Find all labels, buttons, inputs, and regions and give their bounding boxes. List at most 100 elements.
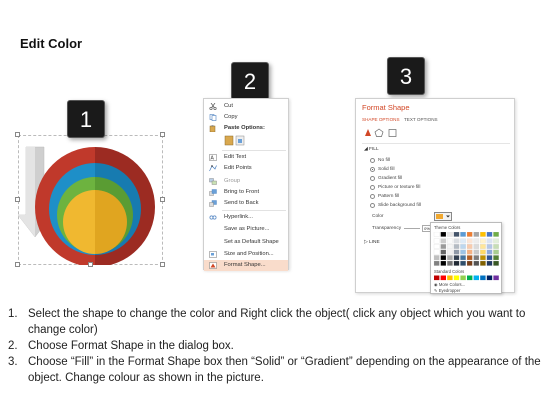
color-swatch[interactable] <box>460 249 466 255</box>
size-properties-icon[interactable] <box>388 129 397 137</box>
menu-item-cut[interactable]: Cut <box>204 101 288 112</box>
color-swatch[interactable] <box>473 255 480 261</box>
color-swatch[interactable] <box>460 255 466 261</box>
menu-item-edit-text[interactable]: A Edit Text <box>204 152 288 163</box>
effects-icon[interactable] <box>374 128 384 137</box>
color-swatch[interactable] <box>447 255 453 261</box>
color-swatch[interactable] <box>440 255 447 261</box>
resize-handle[interactable] <box>15 132 20 137</box>
color-swatch[interactable] <box>440 260 447 266</box>
menu-item-copy[interactable]: Copy <box>204 112 288 123</box>
menu-item-send-to-back[interactable]: Send to Back <box>204 198 288 209</box>
menu-item-format-shape[interactable]: Format Shape... <box>204 260 288 271</box>
color-swatch[interactable] <box>453 238 460 244</box>
color-swatch[interactable] <box>447 260 453 266</box>
paste-option-buttons[interactable] <box>204 134 288 148</box>
color-swatch[interactable] <box>480 232 486 237</box>
color-swatch[interactable] <box>460 275 466 281</box>
color-swatch[interactable] <box>440 275 446 281</box>
color-swatch[interactable] <box>480 275 486 281</box>
color-swatch[interactable] <box>460 260 466 266</box>
radio-no-fill[interactable] <box>370 158 375 163</box>
color-swatch[interactable] <box>480 238 486 244</box>
color-swatch[interactable] <box>433 255 440 261</box>
color-swatch[interactable] <box>493 260 499 266</box>
menu-item-size-and-position[interactable]: Size and Position... <box>204 249 288 260</box>
color-swatch[interactable] <box>440 232 447 237</box>
menu-item-set-default-shape[interactable]: Set as Default Shape <box>204 237 288 248</box>
color-swatch[interactable] <box>466 232 473 237</box>
menu-item-edit-points[interactable]: Edit Points <box>204 163 288 174</box>
color-swatch[interactable] <box>447 232 453 237</box>
color-swatch[interactable] <box>434 275 440 281</box>
shape-option-icons[interactable] <box>364 128 404 138</box>
color-swatch[interactable] <box>486 238 493 244</box>
line-section-header[interactable]: ▷ LINE <box>364 240 380 245</box>
color-swatch[interactable] <box>433 238 440 244</box>
radio-gradient-fill[interactable] <box>370 176 375 181</box>
theme-color-grid[interactable] <box>433 232 503 268</box>
color-swatch[interactable] <box>493 249 499 255</box>
color-swatch[interactable] <box>486 255 493 261</box>
fill-section-header[interactable]: ◢ FILL <box>364 147 379 152</box>
menu-item-bring-to-front[interactable]: Bring to Front <box>204 187 288 198</box>
resize-handle[interactable] <box>88 262 93 267</box>
color-swatch[interactable] <box>453 255 460 261</box>
color-swatch[interactable] <box>473 260 480 266</box>
color-swatch[interactable] <box>453 244 460 249</box>
radio-picture-fill[interactable] <box>370 185 375 190</box>
radio-pattern-fill[interactable] <box>370 194 375 199</box>
color-swatch[interactable] <box>460 238 466 244</box>
color-swatch[interactable] <box>473 275 479 281</box>
color-swatch[interactable] <box>493 238 499 244</box>
tab-shape-options[interactable]: SHAPE OPTIONS <box>362 117 400 122</box>
color-swatch[interactable] <box>433 232 440 237</box>
color-swatch[interactable] <box>466 255 473 261</box>
color-swatch[interactable] <box>466 244 473 249</box>
color-swatch[interactable] <box>480 244 486 249</box>
color-swatch[interactable] <box>493 244 499 249</box>
color-swatch[interactable] <box>466 249 473 255</box>
menu-item-save-as-picture[interactable]: Save as Picture... <box>204 224 288 235</box>
color-swatch[interactable] <box>440 244 447 249</box>
color-swatch[interactable] <box>447 249 453 255</box>
radio-slide-background-fill[interactable] <box>370 203 375 208</box>
color-swatch[interactable] <box>453 275 460 281</box>
color-swatch[interactable] <box>460 244 466 249</box>
color-swatch[interactable] <box>486 275 493 281</box>
color-swatch[interactable] <box>486 260 493 266</box>
tab-text-options[interactable]: TEXT OPTIONS <box>404 117 438 122</box>
resize-handle[interactable] <box>15 197 20 202</box>
color-swatch[interactable] <box>460 232 466 237</box>
color-swatch[interactable] <box>466 260 473 266</box>
color-swatch[interactable] <box>486 232 493 237</box>
color-swatch[interactable] <box>453 232 460 237</box>
color-swatch[interactable] <box>493 255 499 261</box>
color-swatch[interactable] <box>467 275 473 281</box>
resize-handle[interactable] <box>15 262 20 267</box>
color-swatch[interactable] <box>433 249 440 255</box>
color-swatch[interactable] <box>480 249 486 255</box>
menu-item-group[interactable]: Group <box>204 176 288 187</box>
color-swatch[interactable] <box>433 260 440 266</box>
color-picker-button[interactable] <box>434 212 452 221</box>
color-swatch[interactable] <box>440 249 447 255</box>
color-swatch[interactable] <box>433 244 440 249</box>
color-swatch[interactable] <box>473 249 480 255</box>
standard-color-row[interactable] <box>433 275 503 282</box>
color-swatch[interactable] <box>493 275 499 281</box>
concentric-circles-shape[interactable] <box>18 135 163 265</box>
color-swatch[interactable] <box>486 244 493 249</box>
color-swatch[interactable] <box>486 249 493 255</box>
radio-solid-fill[interactable] <box>370 167 375 172</box>
menu-item-hyperlink[interactable]: Hyperlink... <box>204 212 288 223</box>
resize-handle[interactable] <box>160 197 165 202</box>
color-swatch[interactable] <box>447 275 453 281</box>
selected-shape-panel[interactable] <box>15 132 165 267</box>
eyedropper-option[interactable]: ✎ Eyedropper <box>434 288 460 293</box>
color-swatch[interactable] <box>473 238 480 244</box>
color-swatch[interactable] <box>440 238 447 244</box>
color-swatch[interactable] <box>466 238 473 244</box>
resize-handle[interactable] <box>160 262 165 267</box>
color-swatch[interactable] <box>447 244 453 249</box>
